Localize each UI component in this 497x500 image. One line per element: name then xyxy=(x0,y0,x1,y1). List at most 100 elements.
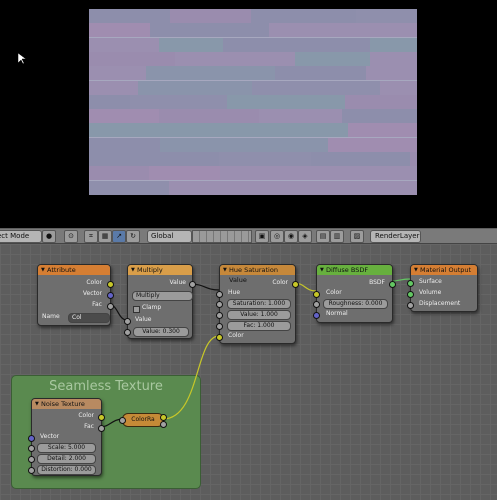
node-material-output[interactable]: ▼ Material Output Surface Volume Displace… xyxy=(407,264,478,312)
plank xyxy=(295,51,371,66)
socket-roughness-in[interactable] xyxy=(313,301,320,308)
plank-row xyxy=(89,66,417,82)
plank-row xyxy=(89,51,417,67)
plank xyxy=(311,152,411,166)
collapse-arrow-icon[interactable]: ▼ xyxy=(414,265,418,275)
socket-volume-in[interactable] xyxy=(407,291,414,298)
value-field[interactable]: Value: 1.000 xyxy=(227,310,291,320)
socket-scale-in[interactable] xyxy=(28,445,35,452)
node-title: Hue Saturation Value xyxy=(229,266,278,284)
plank xyxy=(223,37,371,52)
socket-surface-in[interactable] xyxy=(407,280,414,287)
plank xyxy=(356,9,417,23)
collapse-arrow-icon[interactable]: ▼ xyxy=(223,265,227,275)
socket-color-in[interactable] xyxy=(313,291,320,298)
render-icon[interactable]: ▤ xyxy=(316,230,330,243)
clamp-label: Clamp xyxy=(142,304,162,311)
socket-bsdf-out[interactable] xyxy=(389,281,396,288)
render-animation-icon[interactable]: ▥ xyxy=(330,230,344,243)
fac-field[interactable]: Fac: 1.000 xyxy=(227,321,291,331)
viewport-shading-icon[interactable]: ● xyxy=(42,230,56,243)
mode-select[interactable]: ect Mode xyxy=(0,230,42,243)
rendered-wood-planks-image xyxy=(89,9,417,195)
frame-title: Seamless Texture xyxy=(49,379,163,394)
plank xyxy=(89,94,131,109)
socket-fac-in[interactable] xyxy=(119,417,126,424)
collapse-arrow-icon[interactable]: ▼ xyxy=(41,265,45,275)
socket-normal-in[interactable] xyxy=(313,312,320,319)
detail-field[interactable]: Detail: 2.000 xyxy=(37,454,96,464)
socket-color-out[interactable] xyxy=(292,281,299,288)
lock-icon[interactable]: ▣ xyxy=(255,230,269,243)
socket-value-in[interactable] xyxy=(124,318,131,325)
plank xyxy=(89,80,139,95)
collapse-arrow-icon[interactable]: ▼ xyxy=(35,399,39,409)
socket-fac-in[interactable] xyxy=(216,323,223,330)
socket-color-in[interactable] xyxy=(216,334,223,341)
proportional-edit-icon[interactable]: ◎ xyxy=(270,230,284,243)
operation-select[interactable]: Multiply xyxy=(132,291,193,301)
plank xyxy=(160,137,250,152)
node-editor-header: ect Mode ● ⊙ ⌗ ▦ ↗ ↻ Global ▣ ◎ ◉ ◈ ▤ ▥ … xyxy=(0,228,497,244)
plank xyxy=(89,152,220,166)
value-field[interactable]: Value: 0.300 xyxy=(133,327,189,337)
socket-color-out[interactable] xyxy=(107,281,114,288)
plank xyxy=(360,166,417,181)
plank xyxy=(345,94,417,109)
grid-icon[interactable]: ▦ xyxy=(98,230,112,243)
saturation-field[interactable]: Saturation: 1.000 xyxy=(227,299,291,309)
plank xyxy=(370,37,417,52)
socket-saturation-in[interactable] xyxy=(216,301,223,308)
socket-color-out[interactable] xyxy=(160,414,167,421)
plank xyxy=(89,137,161,152)
output-color-label: Color xyxy=(86,279,102,286)
plank xyxy=(89,180,170,195)
layer-buttons[interactable] xyxy=(192,230,252,243)
socket-fac-out[interactable] xyxy=(98,425,105,432)
socket-detail-in[interactable] xyxy=(28,456,35,463)
node-multiply[interactable]: ▼ Multiply Value Multiply Clamp Value Val… xyxy=(124,264,196,339)
node-diffuse-bsdf[interactable]: ▼ Diffuse BSDF BSDF Color Roughness: 0.00… xyxy=(313,264,396,323)
render-layer-select[interactable]: RenderLayer xyxy=(370,230,421,243)
socket-displacement-in[interactable] xyxy=(407,302,414,309)
collapse-arrow-icon[interactable]: ▼ xyxy=(131,265,135,275)
plank xyxy=(342,109,417,124)
transform-orientation-select[interactable]: Global xyxy=(147,230,192,243)
plank-row xyxy=(89,123,417,139)
plank-row xyxy=(89,9,417,24)
socket-color-out[interactable] xyxy=(98,414,105,421)
rotate-icon[interactable]: ↻ xyxy=(126,230,140,243)
distortion-field[interactable]: Distortion: 0.000 xyxy=(37,465,96,475)
manipulator-icon[interactable]: ↗ xyxy=(112,230,126,243)
socket-vector-in[interactable] xyxy=(28,435,35,442)
clamp-checkbox[interactable] xyxy=(133,306,140,313)
node-hue-saturation-value[interactable]: ▼ Hue Saturation Value Color Hue Saturati… xyxy=(216,264,299,344)
plank xyxy=(307,180,417,195)
scale-field[interactable]: Scale: 5.000 xyxy=(37,443,96,453)
node-attribute[interactable]: ▼ Attribute Color Vector Fac Name Col xyxy=(37,264,114,326)
node-title: Multiply xyxy=(137,266,163,274)
snap-icon[interactable]: ⌗ xyxy=(84,230,98,243)
socket-value-in[interactable] xyxy=(216,312,223,319)
roughness-field[interactable]: Roughness: 0.000 xyxy=(323,299,388,309)
viewport-render[interactable] xyxy=(0,0,497,222)
socket-hue-in[interactable] xyxy=(216,291,223,298)
socket-value-out[interactable] xyxy=(189,281,196,288)
render-layer-icon[interactable]: ▨ xyxy=(350,230,364,243)
node-colorramp-collapsed[interactable]: ColorRa xyxy=(119,413,167,428)
magnet-icon[interactable]: ◉ xyxy=(284,230,298,243)
socket-value2-in[interactable] xyxy=(124,329,131,336)
attribute-name-field[interactable]: Col xyxy=(68,313,110,323)
socket-alpha-out[interactable] xyxy=(160,421,167,428)
node-noise-texture[interactable]: ▼ Noise Texture Color Fac Vector Scale: 5… xyxy=(28,398,105,476)
plank xyxy=(366,66,417,81)
plank xyxy=(159,37,224,52)
collapse-arrow-icon[interactable]: ▼ xyxy=(320,265,324,275)
plank-row xyxy=(89,37,417,53)
socket-fac-out[interactable] xyxy=(107,303,114,310)
volume-label: Volume xyxy=(419,289,442,296)
pivot-icon[interactable]: ⊙ xyxy=(64,230,78,243)
snap-target-icon[interactable]: ◈ xyxy=(298,230,312,243)
socket-vector-out[interactable] xyxy=(107,292,114,299)
socket-distortion-in[interactable] xyxy=(28,467,35,474)
